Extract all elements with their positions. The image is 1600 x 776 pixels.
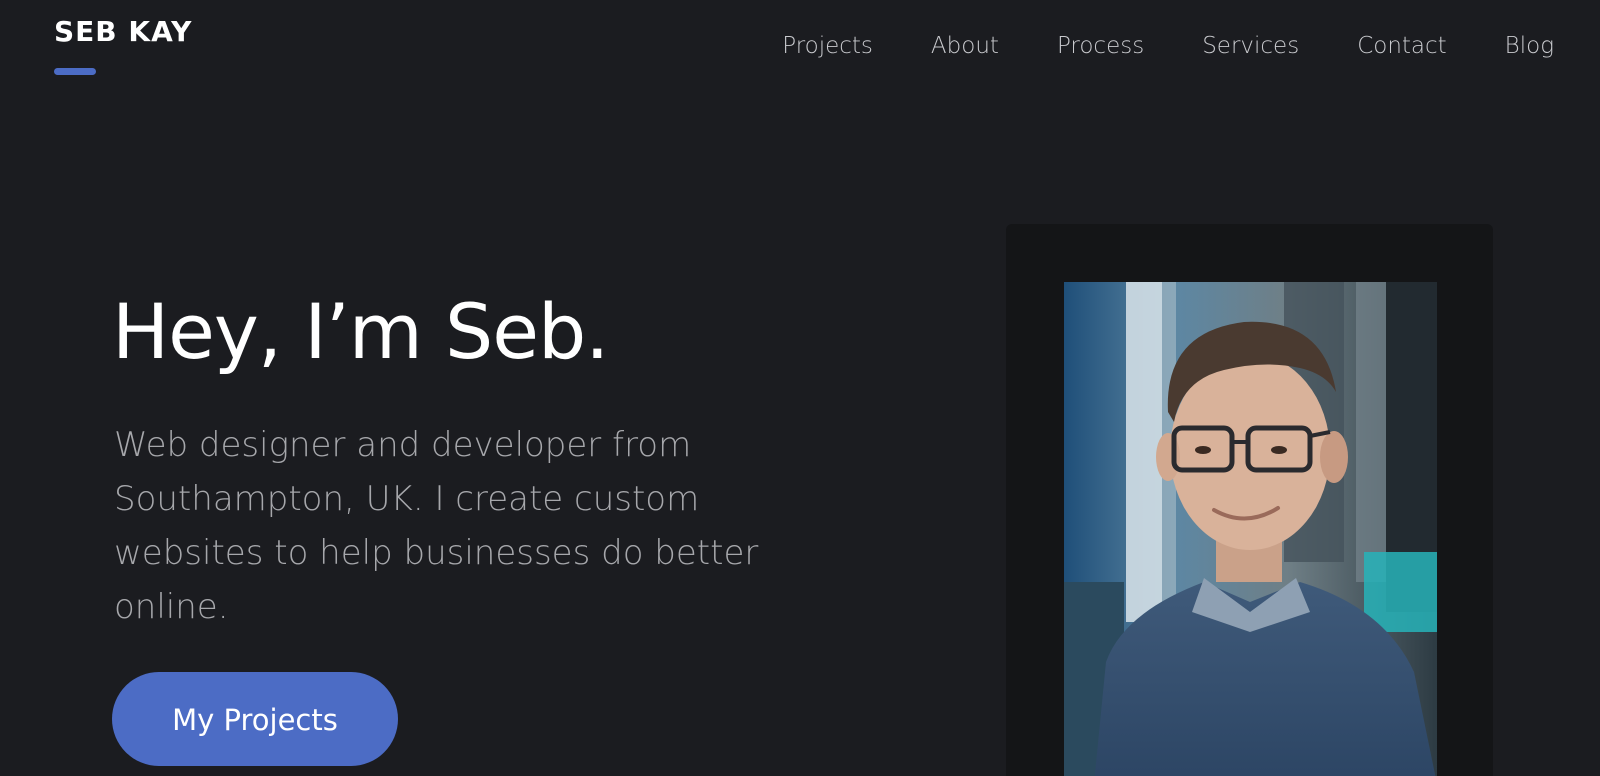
nav-link-projects[interactable]: Projects [782, 28, 873, 64]
page: SEB KAY Projects About Process Services … [0, 0, 1600, 776]
site-logo[interactable]: SEB KAY [54, 14, 192, 50]
portrait-photo [1064, 282, 1437, 776]
hero-description: Web designer and developer from Southamp… [114, 425, 759, 627]
photo-frame [1006, 224, 1493, 776]
nav-link-process[interactable]: Process [1057, 28, 1144, 64]
my-projects-button[interactable]: My Projects [112, 672, 398, 766]
main-nav: Projects About Process Services Contact … [782, 28, 1554, 64]
nav-link-services[interactable]: Services [1202, 28, 1299, 64]
logo-underline [54, 68, 96, 75]
hero-title: Hey, I’m Seb. [112, 287, 609, 376]
nav-link-about[interactable]: About [931, 28, 999, 64]
nav-link-blog[interactable]: Blog [1505, 28, 1554, 64]
nav-link-contact[interactable]: Contact [1357, 28, 1446, 64]
